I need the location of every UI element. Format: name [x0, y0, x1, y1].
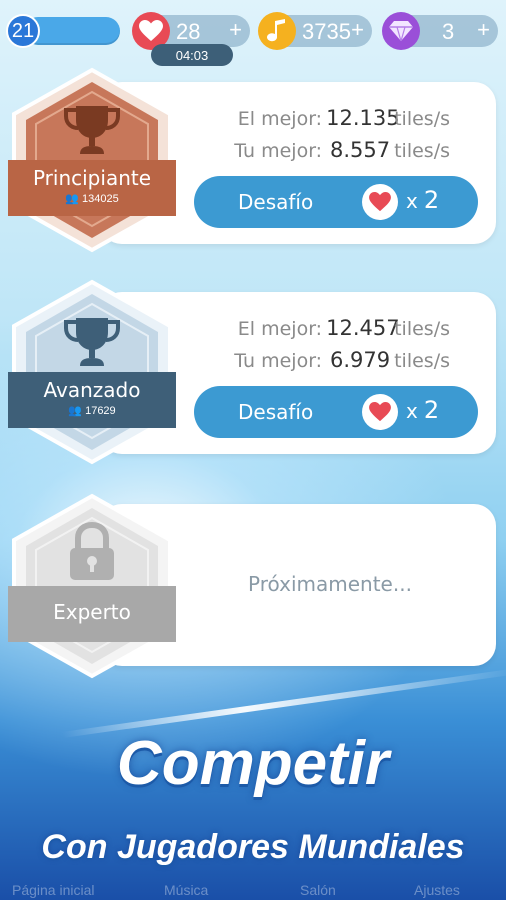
gems-value: 3	[442, 19, 455, 44]
unit-label: tiles/s	[394, 108, 450, 130]
add-notes-button[interactable]: +	[351, 17, 364, 43]
world-best-row: El mejor: 12.135tiles/s	[238, 106, 450, 130]
badge-ribbon: Experto	[8, 586, 176, 642]
lives-timer: 04:03	[151, 44, 233, 66]
challenge-cost: x2	[406, 396, 440, 424]
world-best-row: El mejor: 12.457tiles/s	[238, 316, 450, 340]
personal-best-row: Tu mejor: 6.979 tiles/s	[234, 348, 450, 372]
challenge-cost: x2	[406, 186, 440, 214]
heart-icon	[362, 394, 398, 430]
notes-counter[interactable]: 3735 +	[258, 12, 372, 50]
trophy-icon	[64, 106, 120, 154]
lives-value: 28	[176, 19, 201, 44]
lives-counter[interactable]: 28 +	[132, 12, 250, 50]
personal-best-label: Tu mejor:	[234, 350, 323, 372]
badge-principiante[interactable]: Principiante 👥 134025	[6, 66, 178, 256]
promo-title: Competir	[116, 729, 390, 798]
badge-avanzado[interactable]: Avanzado 👥 17629	[6, 278, 178, 468]
level-name: Experto	[53, 600, 131, 624]
badge-ribbon: Avanzado 👥 17629	[8, 372, 176, 428]
badge-ribbon: Principiante 👥 134025	[8, 160, 176, 216]
badge-experto: Experto	[6, 492, 178, 682]
people-icon: 👥	[65, 193, 79, 205]
player-count: 👥 17629	[68, 405, 116, 417]
music-note-icon	[258, 12, 296, 50]
nav-item-settings[interactable]: Ajustes	[414, 882, 460, 898]
level-number: 21	[11, 19, 35, 42]
heart-icon	[362, 184, 398, 220]
challenge-label: Desafío	[238, 400, 314, 424]
world-best-value: 12.457	[326, 316, 400, 340]
diamond-icon	[382, 12, 420, 50]
level-indicator[interactable]: 21	[6, 14, 120, 48]
lock-icon	[70, 522, 114, 580]
personal-best-row: Tu mejor: 8.557 tiles/s	[234, 138, 450, 162]
level-badge: 21	[6, 14, 40, 48]
personal-best-label: Tu mejor:	[234, 140, 323, 162]
player-count: 👥 134025	[65, 193, 119, 205]
add-gems-button[interactable]: +	[477, 17, 490, 43]
gems-counter[interactable]: 3 +	[382, 12, 498, 50]
level-name: Avanzado	[43, 378, 141, 402]
promo-subtitle: Con Jugadores Mundiales	[41, 828, 465, 866]
nav-item-hall[interactable]: Salón	[300, 882, 336, 898]
personal-best-value: 8.557	[329, 138, 391, 162]
unit-label: tiles/s	[394, 350, 450, 372]
challenge-button[interactable]: Desafío x2	[194, 386, 478, 438]
top-bar: 21 28 + 04:03 3735 + 3 +	[0, 0, 506, 70]
trophy-icon	[64, 318, 120, 366]
unit-label: tiles/s	[394, 140, 450, 162]
nav-item-music[interactable]: Música	[164, 882, 208, 898]
bottom-nav: Página inicial Música Salón Ajustes	[0, 880, 506, 900]
world-best-label: El mejor:	[237, 318, 323, 340]
unit-label: tiles/s	[394, 318, 450, 340]
level-name: Principiante	[32, 166, 152, 190]
add-lives-button[interactable]: +	[229, 17, 242, 43]
challenge-label: Desafío	[238, 190, 314, 214]
coming-soon-label: Próximamente...	[248, 572, 412, 596]
people-icon: 👥	[68, 405, 83, 417]
notes-value: 3735	[302, 19, 351, 44]
world-best-value: 12.135	[326, 106, 400, 130]
nav-item-home[interactable]: Página inicial	[12, 882, 95, 898]
world-best-label: El mejor:	[237, 108, 323, 130]
personal-best-value: 6.979	[329, 348, 391, 372]
challenge-button[interactable]: Desafío x2	[194, 176, 478, 228]
